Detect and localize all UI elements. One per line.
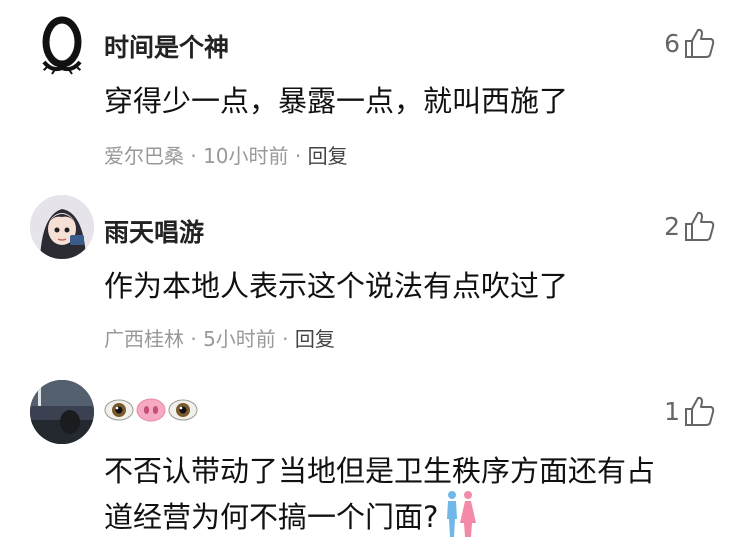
comment-text: 穿得少一点，暴露一点，就叫西施了 — [104, 84, 569, 118]
thumbs-up-icon — [685, 396, 715, 426]
comment-text: 作为本地人表示这个说法有点吹过了 — [104, 269, 569, 303]
username-emojis[interactable] — [104, 394, 200, 425]
comment-text-line: 道经营为何不搞一个门面? — [104, 491, 704, 540]
avatar[interactable] — [30, 12, 94, 76]
reply-button[interactable]: 回复 — [308, 144, 348, 168]
timestamp: 10小时前 — [203, 144, 289, 168]
comment-item: 1 不否认带动了当地但是卫生秩序方面还有占 道经营为何不搞一个门面? — [0, 370, 750, 553]
location: 广西桂林 — [104, 327, 184, 351]
comment-text-line: 不否认带动了当地但是卫生秩序方面还有占 — [104, 454, 656, 488]
thumbs-up-icon — [685, 211, 715, 241]
separator: · — [282, 327, 289, 351]
thumbs-up-icon — [685, 28, 715, 58]
like-button[interactable]: 6 — [664, 26, 716, 60]
like-count: 6 — [664, 28, 680, 58]
like-count: 2 — [664, 211, 680, 241]
location: 爱尔巴桑 — [104, 144, 184, 168]
comment-text: 不否认带动了当地但是卫生秩序方面还有占 道经营为何不搞一个门面? — [104, 448, 704, 540]
separator: · — [294, 144, 302, 168]
like-button[interactable]: 1 — [664, 394, 716, 428]
eye-emoji — [104, 399, 134, 421]
comment-item: 雨天唱游 2 作为本地人表示这个说法有点吹过了 广西桂林 · 5小时前 · 回复 — [0, 185, 750, 370]
username[interactable]: 时间是个神 — [104, 28, 229, 64]
comment-item: 时间是个神 6 穿得少一点，暴露一点，就叫西施了 爱尔巴桑 · 10小时前 · … — [0, 0, 750, 185]
reply-button[interactable]: 回复 — [295, 327, 335, 351]
eye-emoji — [168, 399, 198, 421]
comment-meta: 广西桂林 · 5小时前 · 回复 — [104, 323, 335, 352]
username[interactable]: 雨天唱游 — [104, 213, 204, 249]
avatar[interactable] — [30, 195, 94, 259]
pig-nose-emoji — [136, 398, 166, 422]
avatar[interactable] — [30, 380, 94, 444]
timestamp: 5小时前 — [203, 327, 276, 351]
comment-meta: 爱尔巴桑 · 10小时前 · 回复 — [104, 140, 348, 169]
separator: · — [190, 144, 197, 168]
like-count: 1 — [664, 396, 680, 426]
like-button[interactable]: 2 — [664, 209, 716, 243]
separator: · — [190, 327, 197, 351]
couple-emoji — [447, 491, 477, 537]
